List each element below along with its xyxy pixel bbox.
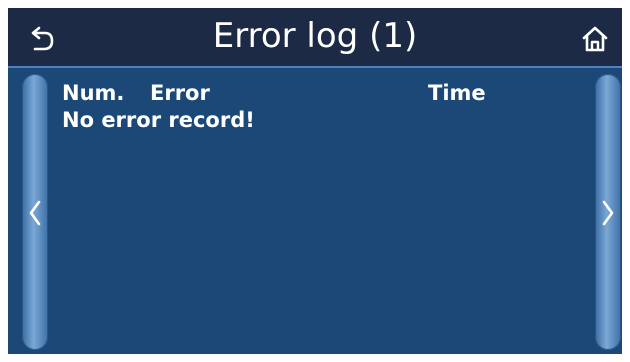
- header-bar: Error log (1): [8, 8, 622, 66]
- table-header-row: Num. Error Time: [60, 80, 580, 107]
- chevron-right-icon: [602, 200, 614, 226]
- column-header-time: Time: [428, 81, 486, 105]
- home-button[interactable]: [580, 24, 610, 54]
- chevron-left-icon: [29, 200, 41, 226]
- column-header-num: Num.: [62, 81, 125, 105]
- empty-row: No error record!: [60, 107, 580, 134]
- page-title: Error log (1): [212, 16, 418, 56]
- empty-message: No error record!: [62, 108, 255, 132]
- header-divider: [8, 66, 622, 68]
- column-header-error: Error: [150, 81, 210, 105]
- error-log-screen: Error log (1) Num. Error Time No error r…: [8, 8, 622, 354]
- next-page-button[interactable]: [595, 74, 621, 350]
- error-table: Num. Error Time No error record!: [60, 80, 580, 134]
- home-icon: [582, 26, 608, 52]
- prev-page-button[interactable]: [22, 74, 48, 350]
